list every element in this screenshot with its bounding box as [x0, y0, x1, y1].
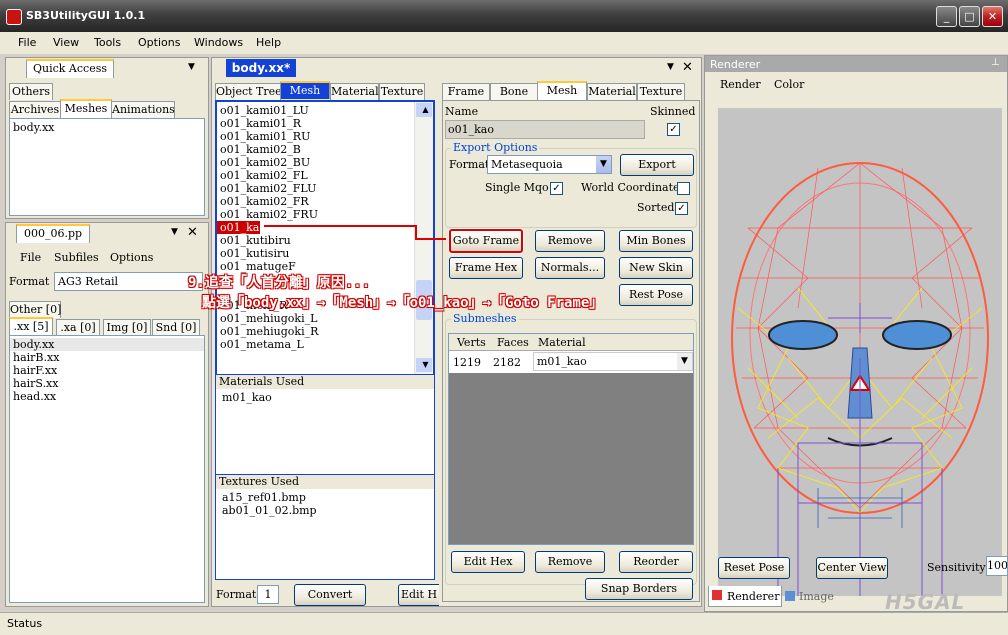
- annotation-line-2: 點選「body.xx」→「Mesh」→「o01_kao」→「Goto Frame…: [202, 295, 604, 311]
- annotation-connector: [264, 225, 446, 240]
- status-bar: Status: [0, 612, 1008, 635]
- status-text: Status: [7, 617, 43, 630]
- annotation-line-1: 9.追查「人首分離」原因...: [188, 275, 371, 291]
